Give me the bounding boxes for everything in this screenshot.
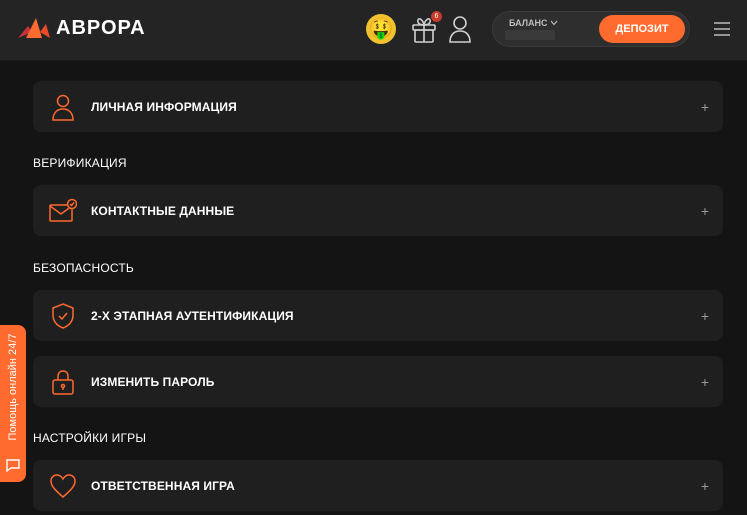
- deposit-button[interactable]: ДЕПОЗИТ: [599, 15, 685, 43]
- logo-text: АВРОРА: [56, 16, 146, 39]
- envelope-check-icon: [49, 198, 77, 222]
- expand-icon[interactable]: +: [701, 81, 709, 132]
- expand-icon[interactable]: +: [701, 290, 709, 341]
- change-password-card[interactable]: ИЗМЕНИТЬ ПАРОЛЬ +: [33, 356, 723, 407]
- balance-widget[interactable]: БАЛАНС ДЕПОЗИТ: [492, 11, 690, 47]
- gift-badge: 6: [431, 11, 442, 22]
- contacts-card[interactable]: КОНТАКТНЫЕ ДАННЫЕ +: [33, 185, 723, 236]
- game-settings-heading: НАСТРОЙКИ ИГРЫ: [33, 431, 147, 445]
- responsible-gaming-card[interactable]: ОТВЕТСТВЕННАЯ ИГРА +: [33, 460, 723, 511]
- aurora-logo-icon: [18, 18, 50, 38]
- change-password-label: ИЗМЕНИТЬ ПАРОЛЬ: [91, 374, 215, 389]
- top-header: АВРОРА 🤑 6 БАЛАНС ДЕПОЗИТ: [0, 0, 747, 61]
- chevron-down-icon: [550, 20, 558, 26]
- user-icon[interactable]: [447, 14, 473, 44]
- balance-value-hidden: [505, 30, 555, 40]
- online-help-tab[interactable]: Помощь онлайн 24/7: [0, 325, 26, 482]
- lock-icon: [52, 370, 74, 395]
- personal-info-card[interactable]: ЛИЧНАЯ ИНФОРМАЦИЯ +: [33, 81, 723, 132]
- contacts-label: КОНТАКТНЫЕ ДАННЫЕ: [91, 203, 235, 218]
- help-tab-label: Помощь онлайн 24/7: [7, 333, 19, 441]
- responsible-gaming-label: ОТВЕТСТВЕННАЯ ИГРА: [91, 478, 235, 493]
- personal-info-label: ЛИЧНАЯ ИНФОРМАЦИЯ: [91, 99, 237, 114]
- person-icon: [52, 94, 74, 121]
- shield-check-icon: [52, 303, 74, 329]
- expand-icon[interactable]: +: [701, 185, 709, 236]
- two-factor-label: 2-Х ЭТАПНАЯ АУТЕНТИФИКАЦИЯ: [91, 308, 294, 323]
- heart-icon: [50, 474, 76, 498]
- avatar[interactable]: 🤑: [366, 14, 396, 44]
- money-face-emoji: 🤑: [368, 18, 394, 40]
- expand-icon[interactable]: +: [701, 460, 709, 511]
- balance-label[interactable]: БАЛАНС: [509, 18, 558, 28]
- menu-icon[interactable]: [713, 20, 731, 38]
- verification-heading: ВЕРИФИКАЦИЯ: [33, 156, 127, 170]
- chat-bubble-icon: [6, 459, 20, 473]
- security-heading: БЕЗОПАСНОСТЬ: [33, 261, 134, 275]
- profile-content: ЛИЧНАЯ ИНФОРМАЦИЯ + ВЕРИФИКАЦИЯ КОНТАКТН…: [0, 62, 747, 515]
- expand-icon[interactable]: +: [701, 356, 709, 407]
- balance-label-text: БАЛАНС: [509, 18, 548, 28]
- two-factor-card[interactable]: 2-Х ЭТАПНАЯ АУТЕНТИФИКАЦИЯ +: [33, 290, 723, 341]
- site-logo[interactable]: АВРОРА: [16, 16, 146, 40]
